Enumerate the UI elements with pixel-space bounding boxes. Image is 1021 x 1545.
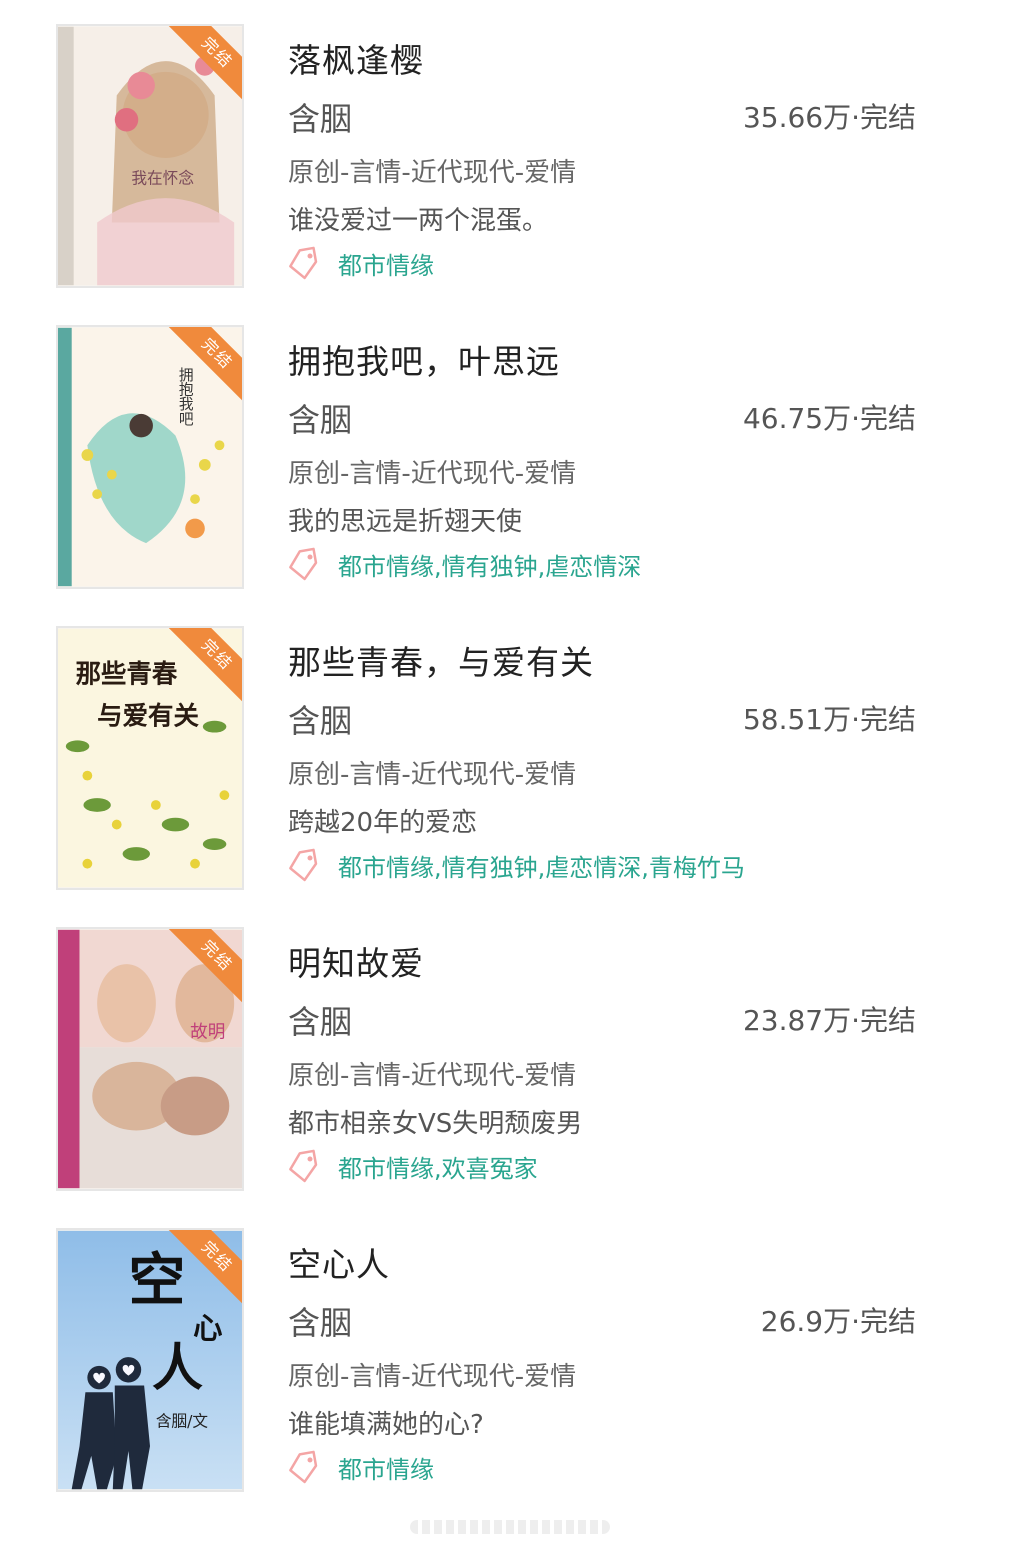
book-author[interactable]: 含胭: [288, 1298, 352, 1344]
book-category: 原创-言情-近代现代-爱情: [288, 459, 577, 489]
price-tag-icon: [289, 246, 318, 280]
book-stats: 46.75万·完结: [742, 402, 916, 435]
book-cover[interactable]: 拥抱我吧 完结: [56, 325, 244, 589]
price-tag-icon: [289, 1149, 318, 1183]
cover-author-text: 含胭/文: [156, 1412, 209, 1431]
cover-title-text: 我在怀念: [131, 168, 194, 187]
cover-title-text: 拥抱我吧: [177, 367, 194, 426]
book-category: 原创-言情-近代现代-爱情: [288, 158, 577, 188]
book-tags[interactable]: 都市情缘: [338, 1450, 434, 1485]
book-cover[interactable]: 那些青春 与爱有关 完结: [56, 626, 244, 890]
cover-subtitle-text: 与爱有关: [97, 701, 199, 731]
book-cover[interactable]: 空 心 人 含胭/文 完结: [56, 1228, 244, 1492]
book-tags[interactable]: 都市情缘,情有独钟,虐恋情深,青梅竹马: [338, 848, 745, 883]
book-category: 原创-言情-近代现代-爱情: [288, 1061, 577, 1091]
cover-title-text: 那些青春: [76, 659, 178, 689]
book-intro: 谁能填满她的心?: [288, 1410, 484, 1440]
book-category: 原创-言情-近代现代-爱情: [288, 1362, 577, 1392]
book-title[interactable]: 落枫逢樱: [288, 34, 424, 82]
book-cover[interactable]: 我在怀念 完结: [56, 24, 244, 288]
book-item[interactable]: 空 心 人 含胭/文 完结 空心人 含胭 26.9万·完结 原创-言情-近代现代…: [0, 1228, 1021, 1498]
book-item[interactable]: 故明 完结 明知故爱 含胭 23.87万·完结 原创-言情-近代现代-爱情 都市…: [0, 927, 1021, 1197]
book-intro: 跨越20年的爱恋: [288, 808, 478, 838]
cover-title-text-3: 人: [152, 1338, 203, 1398]
book-tags[interactable]: 都市情缘,情有独钟,虐恋情深: [338, 547, 641, 582]
cover-title-text: 空: [128, 1247, 185, 1313]
book-tags[interactable]: 都市情缘: [338, 246, 434, 281]
book-cover[interactable]: 故明 完结: [56, 927, 244, 1191]
book-intro: 谁没爱过一两个混蛋。: [288, 206, 549, 236]
price-tag-icon: [289, 848, 318, 882]
book-stats: 35.66万·完结: [742, 101, 916, 134]
book-title[interactable]: 拥抱我吧，叶思远: [288, 335, 560, 383]
price-tag-icon: [289, 1450, 318, 1484]
book-title[interactable]: 那些青春，与爱有关: [288, 636, 594, 684]
book-author[interactable]: 含胭: [288, 696, 352, 742]
home-indicator[interactable]: [410, 1520, 610, 1534]
book-item[interactable]: 我在怀念 完结 落枫逢樱 含胭 35.66万·完结 原创-言情-近代现代-爱情 …: [0, 24, 1021, 294]
book-author[interactable]: 含胭: [288, 395, 352, 441]
book-title[interactable]: 空心人: [288, 1238, 390, 1286]
book-item[interactable]: 拥抱我吧 完结 拥抱我吧，叶思远 含胭 46.75万·完结 原创-言情-近代现代…: [0, 325, 1021, 595]
book-category: 原创-言情-近代现代-爱情: [288, 760, 577, 790]
book-stats: 58.51万·完结: [742, 703, 916, 736]
cover-title-text: 故明: [190, 1022, 225, 1042]
book-intro: 我的思远是折翅天使: [288, 507, 523, 537]
book-title[interactable]: 明知故爱: [288, 937, 424, 985]
book-item[interactable]: 那些青春 与爱有关 完结 那些青春，与爱有关 含胭 58.51万·完结 原创-言…: [0, 626, 1021, 896]
book-stats: 26.9万·完结: [760, 1305, 916, 1338]
book-intro: 都市相亲女VS失明颓废男: [288, 1109, 583, 1139]
book-author[interactable]: 含胭: [288, 997, 352, 1043]
book-stats: 23.87万·完结: [742, 1004, 916, 1037]
book-author[interactable]: 含胭: [288, 94, 352, 140]
price-tag-icon: [289, 547, 318, 581]
book-tags[interactable]: 都市情缘,欢喜冤家: [338, 1149, 538, 1184]
